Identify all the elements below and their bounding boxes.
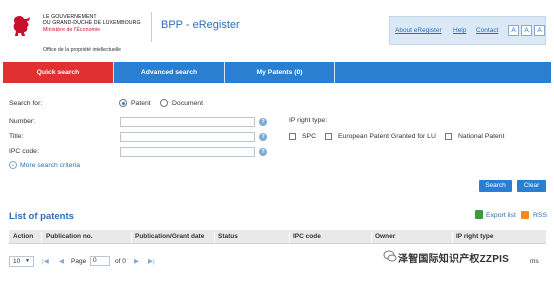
tab-separator bbox=[334, 62, 335, 83]
first-page-icon[interactable]: |◀ bbox=[42, 257, 49, 265]
column-divider bbox=[131, 232, 132, 242]
ipc-code-help-icon[interactable]: ? bbox=[259, 148, 267, 156]
header-divider bbox=[151, 12, 152, 42]
about-link[interactable]: About eRegister bbox=[395, 27, 442, 34]
font-size-large-button[interactable]: A bbox=[534, 25, 545, 36]
patent-radio-label: Patent bbox=[131, 100, 151, 107]
contact-link[interactable]: Contact bbox=[476, 27, 498, 34]
title-input[interactable] bbox=[120, 132, 255, 142]
last-page-icon[interactable]: ▶| bbox=[148, 257, 155, 265]
rss-link[interactable]: RSS bbox=[533, 212, 547, 219]
number-help-icon[interactable]: ? bbox=[259, 118, 267, 126]
ipc-code-label: IPC code: bbox=[9, 148, 39, 155]
page-size-value: 10 bbox=[13, 258, 21, 265]
column-header-status[interactable]: Status bbox=[218, 233, 238, 240]
column-divider bbox=[371, 232, 372, 242]
more-search-criteria-link[interactable]: ⌄ More search criteria bbox=[9, 161, 80, 169]
page-number-input[interactable]: 0 bbox=[90, 256, 110, 266]
pager-right-text: ms bbox=[530, 258, 539, 265]
title-label: Title: bbox=[9, 133, 24, 140]
number-input[interactable] bbox=[120, 117, 255, 127]
tab-advanced-search[interactable]: Advanced search bbox=[114, 62, 224, 83]
chevron-down-icon: ▼ bbox=[25, 258, 30, 264]
page-of-label: of 0 bbox=[115, 258, 126, 265]
font-size-medium-button[interactable]: A bbox=[521, 25, 532, 36]
page-size-select[interactable]: 10 ▼ bbox=[9, 256, 34, 267]
previous-page-icon[interactable]: ◀ bbox=[59, 257, 64, 265]
main-tabs: Quick search Advanced search My Patents … bbox=[3, 62, 551, 83]
column-header-owner[interactable]: Owner bbox=[375, 233, 395, 240]
column-divider bbox=[289, 232, 290, 242]
top-links-panel: About eRegister Help Contact A A A bbox=[389, 16, 546, 45]
clear-button[interactable]: Clear bbox=[517, 180, 546, 192]
column-header-ip-right-type[interactable]: IP right type bbox=[456, 233, 493, 240]
ipc-code-input[interactable] bbox=[120, 147, 255, 157]
column-divider bbox=[452, 232, 453, 242]
ministry-name: Ministère de l'Économie bbox=[43, 26, 101, 33]
document-radio-label: Document bbox=[172, 100, 203, 107]
column-header-ipc-code[interactable]: IPC code bbox=[293, 233, 321, 240]
patent-radio[interactable] bbox=[119, 99, 127, 107]
national-patent-checkbox[interactable] bbox=[445, 133, 452, 140]
ip-right-type-label: IP right type: bbox=[289, 117, 328, 124]
next-page-icon[interactable]: ▶ bbox=[134, 257, 139, 265]
excel-export-icon[interactable] bbox=[475, 210, 483, 219]
font-size-small-button[interactable]: A bbox=[508, 25, 519, 36]
european-patent-checkbox[interactable] bbox=[325, 133, 332, 140]
number-label: Number: bbox=[9, 118, 36, 125]
tab-my-patents[interactable]: My Patents (0) bbox=[225, 62, 334, 83]
spc-checkbox[interactable] bbox=[289, 133, 296, 140]
search-button[interactable]: Search bbox=[479, 180, 512, 192]
title-help-icon[interactable]: ? bbox=[259, 133, 267, 141]
search-for-label: Search for: bbox=[9, 100, 43, 107]
column-divider bbox=[41, 232, 42, 242]
column-divider bbox=[214, 232, 215, 242]
gov-line-2: DU GRAND-DUCHÉ DE LUXEMBOURG bbox=[43, 20, 141, 27]
spc-checkbox-label: SPC bbox=[302, 133, 316, 140]
column-header-publication-no[interactable]: Publication no. bbox=[46, 233, 93, 240]
luxembourg-lion-logo-icon bbox=[13, 15, 30, 37]
help-link[interactable]: Help bbox=[453, 27, 466, 34]
watermark-text: 泽智国际知识产权ZZPIS bbox=[398, 254, 509, 265]
page-label: Page bbox=[71, 258, 87, 265]
column-header-publication-grant-date[interactable]: Publication/Grant date bbox=[135, 233, 204, 240]
national-patent-checkbox-label: National Patent bbox=[458, 133, 505, 140]
list-title: List of patents bbox=[9, 211, 74, 222]
wechat-icon bbox=[383, 250, 397, 262]
export-list-link[interactable]: Export list bbox=[486, 212, 516, 219]
office-name: Office de la propriété intellectuelle bbox=[43, 47, 122, 53]
rss-icon[interactable] bbox=[521, 211, 529, 219]
tab-quick-search[interactable]: Quick search bbox=[3, 62, 113, 83]
government-name: LE GOUVERNEMENT DU GRAND-DUCHÉ DE LUXEMB… bbox=[43, 14, 141, 33]
more-search-criteria-label: More search criteria bbox=[20, 161, 81, 169]
column-header-action[interactable]: Action bbox=[13, 233, 33, 240]
european-patent-checkbox-label: European Patent Granted for LU bbox=[338, 133, 436, 140]
expand-chevron-icon: ⌄ bbox=[9, 161, 17, 169]
page-header: LE GOUVERNEMENT DU GRAND-DUCHÉ DE LUXEMB… bbox=[0, 0, 554, 62]
document-radio[interactable] bbox=[160, 99, 168, 107]
table-header: Action Publication no. Publication/Grant… bbox=[9, 230, 546, 244]
app-title: BPP - eRegister bbox=[161, 19, 240, 31]
